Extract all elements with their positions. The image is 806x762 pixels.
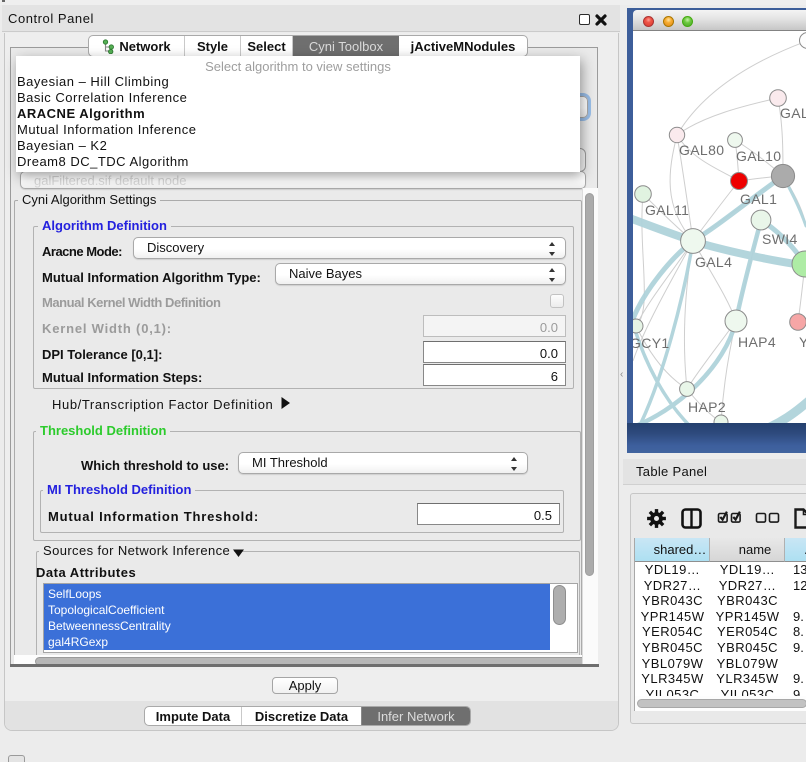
svg-text:HAP2: HAP2: [688, 399, 726, 415]
svg-text:GCY1: GCY1: [633, 335, 670, 351]
svg-text:Y: Y: [799, 334, 806, 350]
svg-text:GAL4: GAL4: [695, 254, 732, 270]
svg-text:GAL80: GAL80: [679, 142, 724, 158]
svg-text:GAL11: GAL11: [645, 202, 689, 218]
svg-text:GAL2: GAL2: [780, 105, 806, 121]
svg-text:GAL10: GAL10: [736, 148, 781, 164]
svg-text:SWI4: SWI4: [762, 231, 798, 247]
svg-text:GAL1: GAL1: [740, 191, 777, 207]
svg-text:HAP4: HAP4: [738, 334, 776, 350]
